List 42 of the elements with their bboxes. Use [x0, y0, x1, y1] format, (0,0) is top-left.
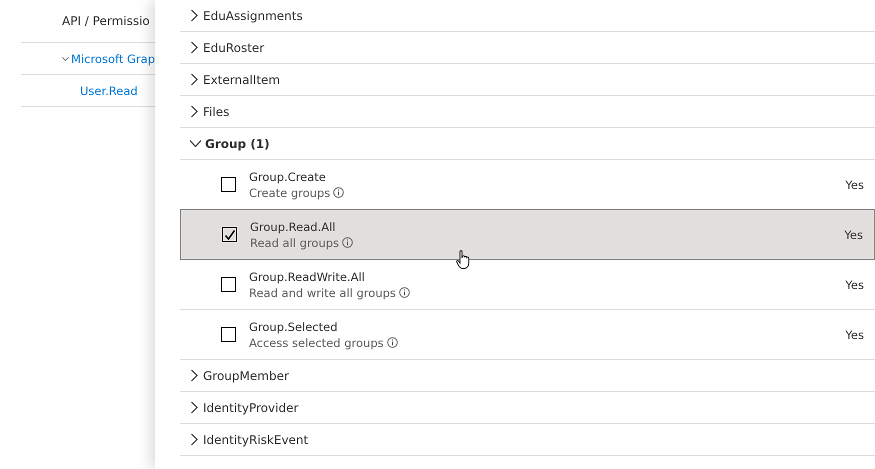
checkbox[interactable] [222, 227, 237, 242]
permission-row[interactable]: Group.Selected Access selected groups Yes [180, 310, 875, 360]
permission-name: Group.Selected [249, 320, 339, 334]
info-icon[interactable] [398, 287, 410, 298]
info-icon[interactable] [333, 187, 344, 198]
chevron-right-icon[interactable] [190, 9, 198, 22]
chevron-right-icon[interactable] [190, 41, 198, 54]
permission-description: Access selected groups [249, 336, 384, 350]
permission-name: Group.Read.All [250, 220, 336, 234]
permission-description: Read all groups [250, 236, 340, 250]
chevron-right-icon[interactable] [190, 433, 198, 446]
permission-name: Group.Create [249, 170, 327, 184]
admin-consent: Yes [845, 178, 864, 192]
permission-row[interactable]: Group.ReadWrite.All Read and write all groups Yes [180, 260, 875, 310]
group-name[interactable]: EduRoster [203, 40, 264, 54]
info-icon[interactable] [342, 237, 354, 248]
admin-consent: Yes [845, 328, 864, 342]
api-link[interactable]: Microsoft Grap [71, 52, 155, 66]
chevron-down-icon[interactable] [189, 139, 202, 148]
checkbox[interactable] [221, 327, 236, 342]
chevron-right-icon[interactable] [190, 105, 198, 118]
checkbox[interactable] [221, 177, 236, 192]
group-name[interactable]: Group (1) [205, 136, 270, 150]
chevron-right-icon[interactable] [190, 369, 198, 382]
permission-description: Read and write all groups [249, 286, 396, 300]
group-name[interactable]: GroupMember [203, 368, 289, 382]
checkbox[interactable] [221, 277, 236, 292]
permission-name: Group.ReadWrite.All [249, 270, 366, 284]
hand-cursor-icon [456, 250, 470, 270]
chevron-right-icon[interactable] [190, 401, 198, 414]
info-icon[interactable] [386, 337, 398, 348]
group-name[interactable]: EduAssignments [203, 8, 303, 22]
column-header: API / Permissio [62, 14, 150, 28]
permission-link[interactable]: User.Read [80, 84, 138, 98]
admin-consent: Yes [844, 228, 863, 242]
group-name[interactable]: IdentityRiskEvent [203, 432, 308, 446]
group-name[interactable]: ExternalItem [203, 72, 280, 86]
permission-description: Create groups [249, 186, 330, 200]
group-name[interactable]: Files [203, 104, 230, 118]
group-name[interactable]: IdentityProvider [203, 400, 298, 414]
chevron-right-icon[interactable] [190, 73, 198, 86]
admin-consent: Yes [845, 278, 864, 292]
